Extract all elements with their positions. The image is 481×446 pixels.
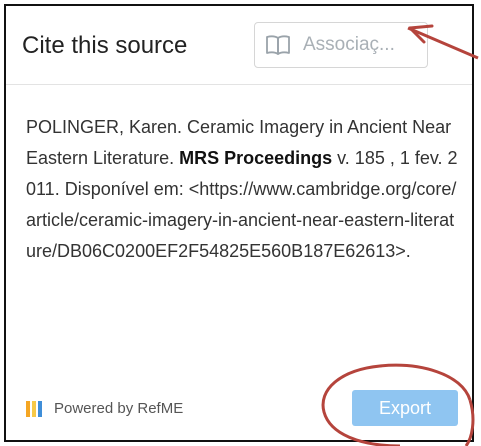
- refme-logo-bar: [26, 400, 30, 417]
- refme-logo-icon: [26, 400, 44, 417]
- citation-style-select[interactable]: Associaç...: [254, 22, 428, 68]
- panel-title: Cite this source: [22, 32, 188, 59]
- book-icon: [265, 34, 291, 56]
- screenshot-stage: Cite this source Associaç... POLINGER, K…: [0, 0, 481, 446]
- citation-text: POLINGER, Karen. Ceramic Imagery in Anci…: [26, 112, 458, 267]
- cite-source-panel: Cite this source Associaç... POLINGER, K…: [4, 4, 474, 442]
- panel-header: Cite this source Associaç...: [6, 6, 472, 85]
- export-button[interactable]: Export: [352, 390, 458, 426]
- refme-logo-bar: [38, 400, 42, 417]
- panel-footer: Powered by RefME: [26, 400, 183, 417]
- citation-style-value: Associaç...: [303, 34, 395, 55]
- powered-by-refme-link[interactable]: Powered by RefME: [54, 400, 183, 417]
- citation-journal: MRS Proceedings: [179, 148, 333, 168]
- refme-logo-bar: [32, 400, 36, 417]
